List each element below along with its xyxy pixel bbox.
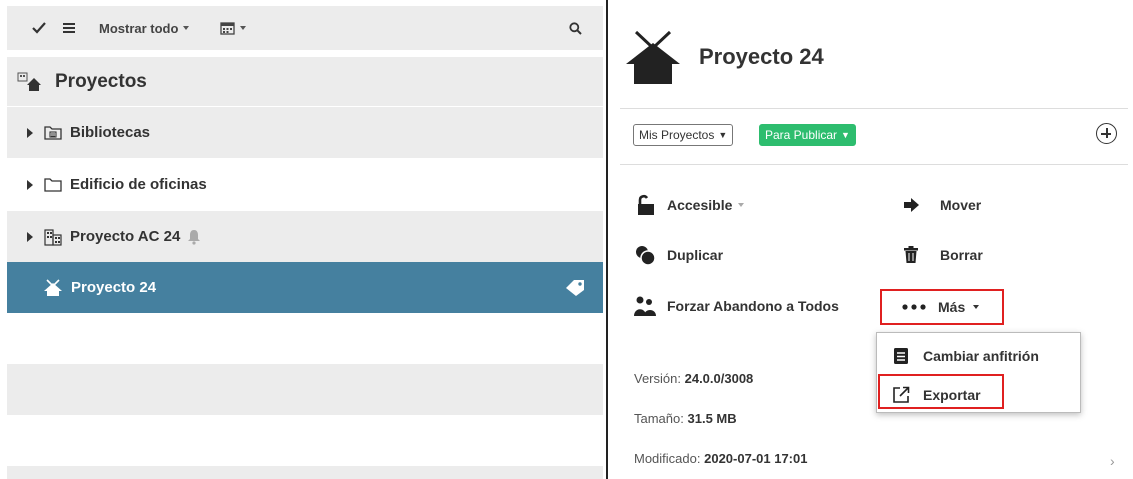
duplicate-icon: [633, 243, 657, 267]
tree-item-proyecto-ac-24[interactable]: Proyecto AC 24: [7, 211, 603, 262]
move-label: Mover: [940, 197, 982, 213]
trash-icon: [899, 243, 923, 267]
duplicate-label: Duplicar: [667, 247, 724, 263]
expand-arrow-icon[interactable]: [27, 231, 33, 242]
tree-empty-row: [7, 466, 603, 479]
project-scope-label: Mis Proyectos: [639, 128, 715, 142]
project-scope-select[interactable]: Mis Proyectos ▼: [633, 124, 734, 146]
project-house-icon: [624, 30, 682, 85]
chevron-down-icon: [183, 26, 190, 30]
force-leave-label: Forzar Abandono a Todos: [667, 298, 839, 314]
chevron-down-icon: [738, 203, 745, 207]
check-icon[interactable]: [32, 6, 46, 50]
status-select[interactable]: Para Publicar ▼: [759, 124, 856, 146]
tree-item-label: Proyecto 24: [71, 279, 157, 296]
library-folder-icon: [44, 125, 62, 140]
calendar-icon: [220, 22, 235, 35]
version-label: Versión:: [634, 371, 681, 386]
calendar-dropdown[interactable]: [220, 6, 246, 50]
tree-item-label: Bibliotecas: [70, 124, 151, 141]
more-label: Más: [938, 299, 966, 315]
tree-empty-row: [7, 313, 603, 364]
divider: [620, 108, 1128, 109]
tree-item-label: Proyecto AC 24: [70, 228, 181, 245]
arrow-right-icon: [899, 193, 923, 217]
folder-icon: [44, 177, 62, 192]
tree-item-proyecto-24[interactable]: Proyecto 24: [7, 262, 603, 313]
ellipsis-icon: [902, 295, 926, 319]
chevron-down-icon: ▼: [841, 130, 850, 140]
expand-arrow-icon[interactable]: [27, 179, 33, 190]
modified-info: Modificado: 2020-07-01 17:01: [634, 451, 807, 466]
building-icon: [44, 228, 62, 246]
delete-button[interactable]: Borrar: [899, 243, 983, 267]
tree-title: Proyectos: [55, 70, 147, 92]
projects-icon: [17, 71, 43, 93]
tag-icon[interactable]: [565, 279, 585, 297]
version-value: 24.0.0/3008: [684, 371, 754, 386]
size-value: 31.5 MB: [687, 411, 737, 426]
version-info: Versión: 24.0.0/3008: [634, 371, 753, 386]
chevron-down-icon: [973, 305, 980, 309]
duplicate-button[interactable]: Duplicar: [633, 243, 723, 267]
menu-item-label: Cambiar anfitrión: [923, 348, 1039, 364]
chevron-down-icon: ▼: [718, 130, 728, 140]
users-icon: [633, 294, 657, 318]
access-dropdown[interactable]: Accesible: [633, 193, 745, 217]
tree-empty-row: [7, 364, 603, 415]
size-info: Tamaño: 31.5 MB: [634, 411, 737, 426]
menu-item-change-host[interactable]: Cambiar anfitrión: [877, 341, 1039, 371]
filter-label: Mostrar todo: [99, 20, 179, 36]
sort-list-icon[interactable]: [62, 6, 76, 50]
modified-value: 2020-07-01 17:01: [704, 451, 808, 466]
expand-arrow-icon[interactable]: [27, 127, 33, 138]
status-label: Para Publicar: [765, 128, 838, 142]
filter-dropdown[interactable]: Mostrar todo: [99, 6, 190, 50]
chevron-down-icon: [240, 26, 246, 30]
server-icon: [891, 346, 911, 366]
divider: [620, 164, 1128, 165]
export-highlight: [878, 374, 1004, 409]
size-label: Tamaño:: [634, 411, 684, 426]
tree-item-label: Edificio de oficinas: [70, 176, 207, 193]
tree-empty-row: [7, 415, 603, 466]
force-leave-button[interactable]: Forzar Abandono a Todos: [633, 294, 839, 318]
add-icon[interactable]: [1096, 123, 1117, 144]
project-house-icon: [43, 278, 63, 297]
access-label: Accesible: [667, 197, 733, 213]
bell-icon: [186, 229, 202, 245]
move-button[interactable]: Mover: [899, 193, 981, 217]
modified-label: Modificado:: [634, 451, 701, 466]
delete-label: Borrar: [940, 247, 983, 263]
chevron-right-icon[interactable]: ›: [1110, 453, 1115, 469]
unlock-icon: [633, 193, 657, 217]
project-title: Proyecto 24: [699, 44, 824, 69]
tree-toolbar: Mostrar todo: [7, 6, 603, 50]
tree-header: Proyectos: [7, 57, 603, 106]
tree-item-bibliotecas[interactable]: Bibliotecas: [7, 107, 603, 158]
tree-item-edificio[interactable]: Edificio de oficinas: [7, 159, 603, 210]
project-tree-pane: Mostrar todo Proyectos Bibliotecas Edifi…: [0, 0, 605, 479]
search-icon[interactable]: [569, 6, 582, 50]
more-dropdown[interactable]: Más: [902, 295, 980, 319]
